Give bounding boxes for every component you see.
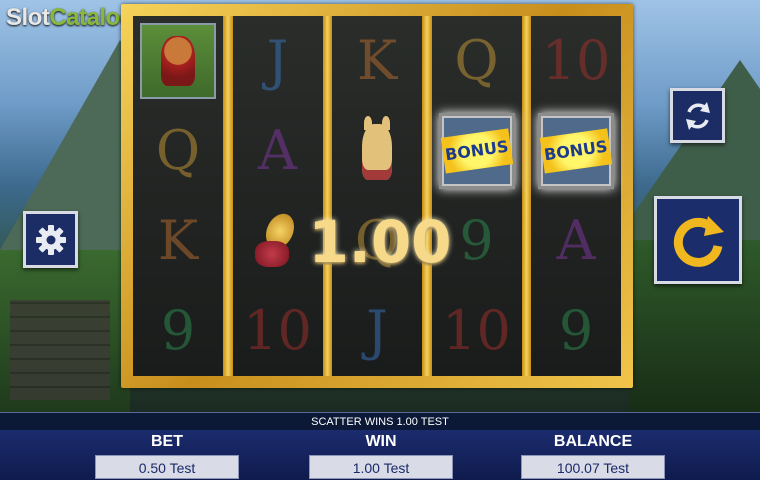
bonus-label: BONUS [539,128,613,174]
symbol-9: 9 [459,209,494,272]
reel-divider [322,16,332,376]
bonus-label: BONUS [440,128,513,174]
symbol-10: 10 [541,29,611,92]
bottom-panel: BET 0.50 Test WIN 1.00 Test BALANCE 100.… [0,430,760,480]
balance-value: 100.07 Test [521,455,665,479]
llama-icon [352,116,402,186]
gold-pot-icon [253,209,303,271]
reel-3: K Q J [332,16,422,376]
win-group: WIN 1.00 Test [306,430,456,479]
gear-icon [35,224,66,255]
reel-1: Q K 9 [133,16,223,376]
symbol-bonus: BONUS [531,106,621,196]
symbol-j: J [366,299,388,362]
bet-group: BET 0.50 Test [92,430,242,479]
bet-label: BET [151,433,183,450]
reel-frame: Q K 9 J A 10 K Q J Q BONUS 9 10 10 BONUS… [121,4,633,388]
symbol-a: A [258,119,297,182]
symbol-llama [332,106,422,196]
spin-arrow-icon [673,216,724,267]
stone-ruin [10,300,110,400]
symbol-10: 10 [442,299,511,362]
reel-4: Q BONUS 9 10 [431,16,522,376]
status-message: SCATTER WINS 1.00 TEST [0,412,760,431]
bonus-scatter-icon: BONUS [438,113,515,189]
symbol-j: J [266,29,289,92]
reel-divider [223,16,233,376]
win-value: 1.00 Test [309,455,453,479]
symbol-q: Q [155,119,201,182]
reel-area: Q K 9 J A 10 K Q J Q BONUS 9 10 10 BONUS… [133,16,621,376]
symbol-k: K [157,209,199,272]
balance-label: BALANCE [553,433,633,450]
symbol-9: 9 [558,299,594,362]
chief-icon [140,23,216,99]
watermark-slot: Slot [6,4,50,31]
spin-button[interactable] [654,196,742,284]
reel-2: J A 10 [232,16,323,376]
watermark-logo: SlotCatalogcom [6,2,144,32]
symbol-k: K [356,29,398,92]
symbol-q: Q [454,29,499,92]
bonus-scatter-icon: BONUS [538,113,614,189]
reel-divider [521,16,531,376]
refresh-arrows-icon [685,101,710,130]
symbol-gold-pot [233,196,323,286]
reel-5: 10 BONUS A 9 [531,16,621,376]
symbol-a: A [556,209,596,272]
symbol-10: 10 [243,299,312,362]
reel-divider [422,16,432,376]
symbol-chief [133,16,223,106]
win-label: WIN [365,433,397,450]
bet-value[interactable]: 0.50 Test [95,455,239,479]
symbol-q: Q [354,209,400,272]
symbol-bonus: BONUS [432,106,522,196]
autoplay-button[interactable] [670,88,725,143]
balance-group: BALANCE 100.07 Test [518,430,668,479]
symbol-9: 9 [160,299,196,362]
settings-button[interactable] [23,211,78,268]
